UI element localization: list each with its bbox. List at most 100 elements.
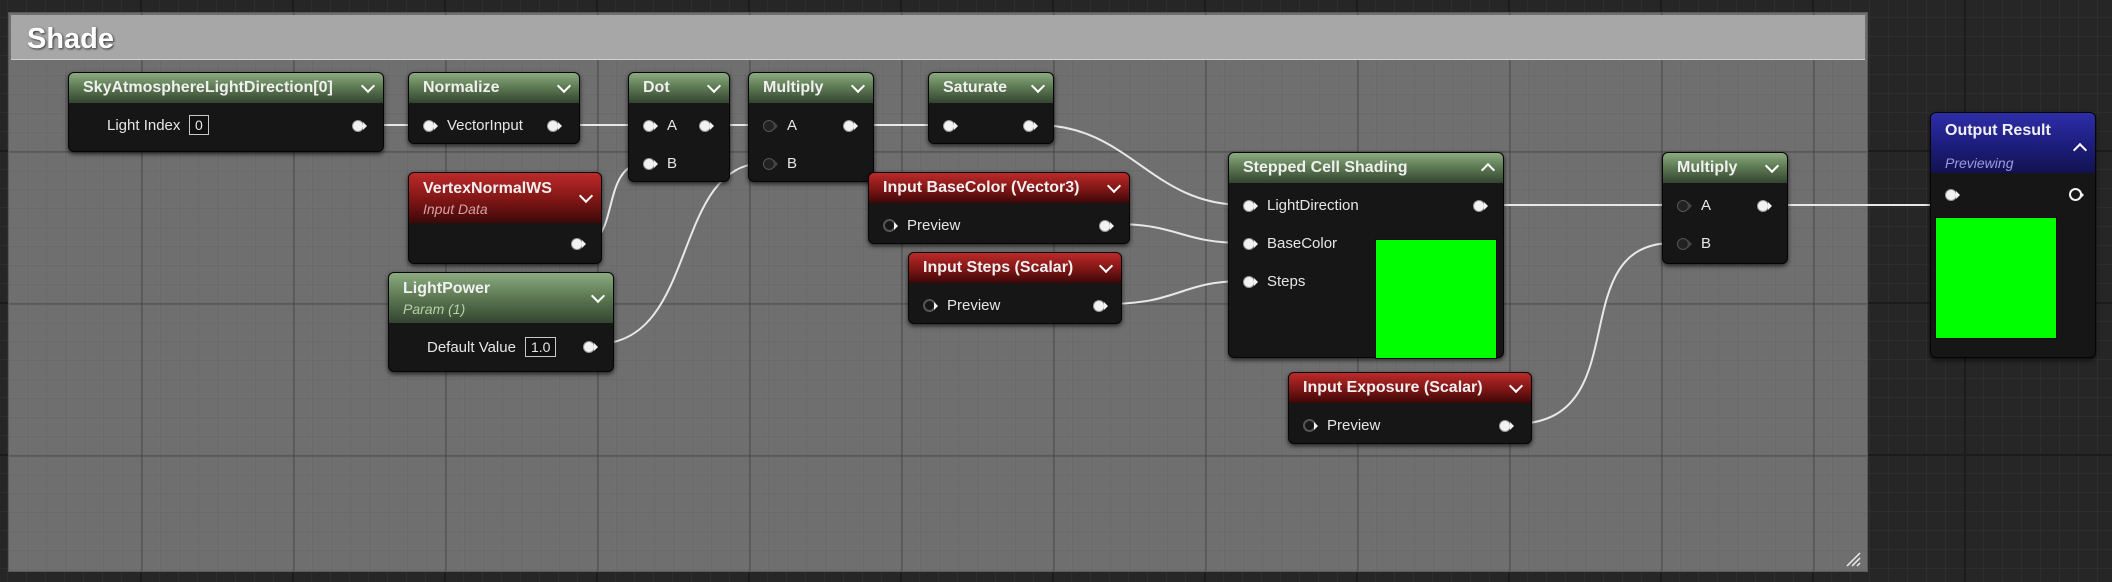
output-pin-icon[interactable] [1473,200,1488,212]
output-pin-icon[interactable] [1499,420,1514,432]
input-a-pin-icon[interactable] [763,120,778,132]
output-pin-icon[interactable] [547,120,562,132]
node-header[interactable]: LightPower Param (1) [389,273,613,323]
chevron-down-icon[interactable] [360,78,376,94]
node-subtitle: Input Data [423,201,488,217]
node-stepped-cell-shading[interactable]: Stepped Cell Shading LightDirection Base… [1228,152,1504,359]
input-b-pin-icon[interactable] [1677,238,1692,250]
input-pin-icon[interactable] [943,120,958,132]
node-title: Output Result [1945,122,2051,139]
preview-toggle-icon[interactable] [883,219,898,232]
chevron-down-icon[interactable] [850,78,866,94]
preview-toggle-icon[interactable] [1303,419,1318,432]
steps-label: Steps [1267,273,1306,290]
output-pin-icon[interactable] [1757,200,1772,212]
node-normalize[interactable]: Normalize VectorInput [408,72,580,144]
input-b-pin-icon[interactable] [763,158,778,170]
chevron-down-icon[interactable] [556,78,572,94]
light-direction-pin-icon[interactable] [1243,200,1258,212]
steps-pin-icon[interactable] [1243,276,1258,288]
output-pin-icon[interactable] [699,120,714,132]
node-header[interactable]: SkyAtmosphereLightDirection[0] [69,73,383,103]
wire-steps-to-stepped [1105,280,1245,305]
output-pin-icon[interactable] [352,120,367,132]
node-input-exposure[interactable]: Input Exposure (Scalar) Preview [1288,372,1532,444]
output-pin-icon[interactable] [571,238,586,250]
chevron-up-icon[interactable] [1480,162,1496,178]
node-dot[interactable]: Dot A B [628,72,730,182]
node-header[interactable]: Saturate [929,73,1053,103]
output-preview-swatch [1935,217,2057,339]
node-header[interactable]: Multiply [1663,153,1787,183]
output-pin-icon[interactable] [843,120,858,132]
input-b-pin-icon[interactable] [643,158,658,170]
node-title: SkyAtmosphereLightDirection[0] [83,79,333,96]
light-direction-label: LightDirection [1267,197,1359,214]
input-a-pin-icon[interactable] [1677,200,1692,212]
basecolor-label: BaseColor [1267,235,1338,252]
node-header[interactable]: Input Exposure (Scalar) [1289,373,1531,403]
input-b-label: B [1701,235,1712,252]
basecolor-pin-icon[interactable] [1243,238,1258,250]
wire-exposure-to-multiply-b [1513,242,1674,425]
output-pin-icon[interactable] [1093,300,1108,312]
node-subtitle: Param (1) [403,301,466,317]
node-header[interactable]: Multiply [749,73,873,103]
node-light-power[interactable]: LightPower Param (1) Default Value 1.0 [388,272,614,372]
output-pin-icon[interactable] [2069,188,2084,201]
input-b-label: B [787,155,798,172]
node-header[interactable]: VertexNormalWS Input Data [409,173,601,223]
input-b-label: B [667,155,678,172]
node-header[interactable]: Stepped Cell Shading [1229,153,1503,183]
node-output-result[interactable]: Output Result Previewing [1930,112,2096,358]
chevron-down-icon[interactable] [1030,78,1046,94]
node-title: Saturate [943,79,1008,96]
node-title: Input Steps (Scalar) [923,259,1074,276]
default-value-input[interactable]: 1.0 [525,337,557,357]
node-input-basecolor[interactable]: Input BaseColor (Vector3) Preview [868,172,1130,244]
node-title: Input BaseColor (Vector3) [883,179,1080,196]
node-vertex-normal-ws[interactable]: VertexNormalWS Input Data [408,172,602,264]
input-a-label: A [667,117,678,134]
node-header[interactable]: Dot [629,73,729,103]
input-a-pin-icon[interactable] [643,120,658,132]
chevron-down-icon[interactable] [1508,378,1524,394]
node-sky-atmosphere-light-direction[interactable]: SkyAtmosphereLightDirection[0] Light Ind… [68,72,384,152]
preview-swatch [1375,239,1497,359]
node-saturate[interactable]: Saturate [928,72,1054,144]
node-subtitle: Previewing [1945,155,2014,171]
node-input-steps[interactable]: Input Steps (Scalar) Preview [908,252,1122,324]
preview-toggle-icon[interactable] [923,299,938,312]
node-title: Stepped Cell Shading [1243,159,1408,176]
node-title: VertexNormalWS [423,180,552,197]
node-header[interactable]: Output Result Previewing [1931,113,2095,173]
wire-basecolor-to-stepped [1113,223,1245,244]
node-multiply[interactable]: Multiply A B [748,72,874,182]
light-index-input[interactable]: 0 [189,115,209,135]
wire-lightpower-to-multiply-b [595,162,766,345]
input-pin-icon[interactable] [423,120,438,132]
preview-label: Preview [947,297,1001,314]
chevron-down-icon[interactable] [1106,178,1122,194]
node-title: Multiply [763,79,824,96]
default-value-label: Default Value [427,339,516,356]
node-multiply-2[interactable]: Multiply A B [1662,152,1788,264]
node-header[interactable]: Input BaseColor (Vector3) [869,173,1129,203]
vector-input-label: VectorInput [447,117,523,134]
node-title: Input Exposure (Scalar) [1303,379,1483,396]
node-header[interactable]: Input Steps (Scalar) [909,253,1121,283]
input-a-label: A [787,117,798,134]
node-title: LightPower [403,280,491,297]
output-pin-icon[interactable] [1099,220,1114,232]
preview-label: Preview [1327,417,1381,434]
node-title: Normalize [423,79,500,96]
chevron-down-icon[interactable] [1764,158,1780,174]
chevron-down-icon[interactable] [706,78,722,94]
chevron-down-icon[interactable] [1098,258,1114,274]
output-pin-icon[interactable] [1023,120,1038,132]
node-header[interactable]: Normalize [409,73,579,103]
output-pin-icon[interactable] [583,341,598,353]
node-title: Dot [643,79,670,96]
input-pin-icon[interactable] [1945,189,1960,201]
preview-label: Preview [907,217,961,234]
